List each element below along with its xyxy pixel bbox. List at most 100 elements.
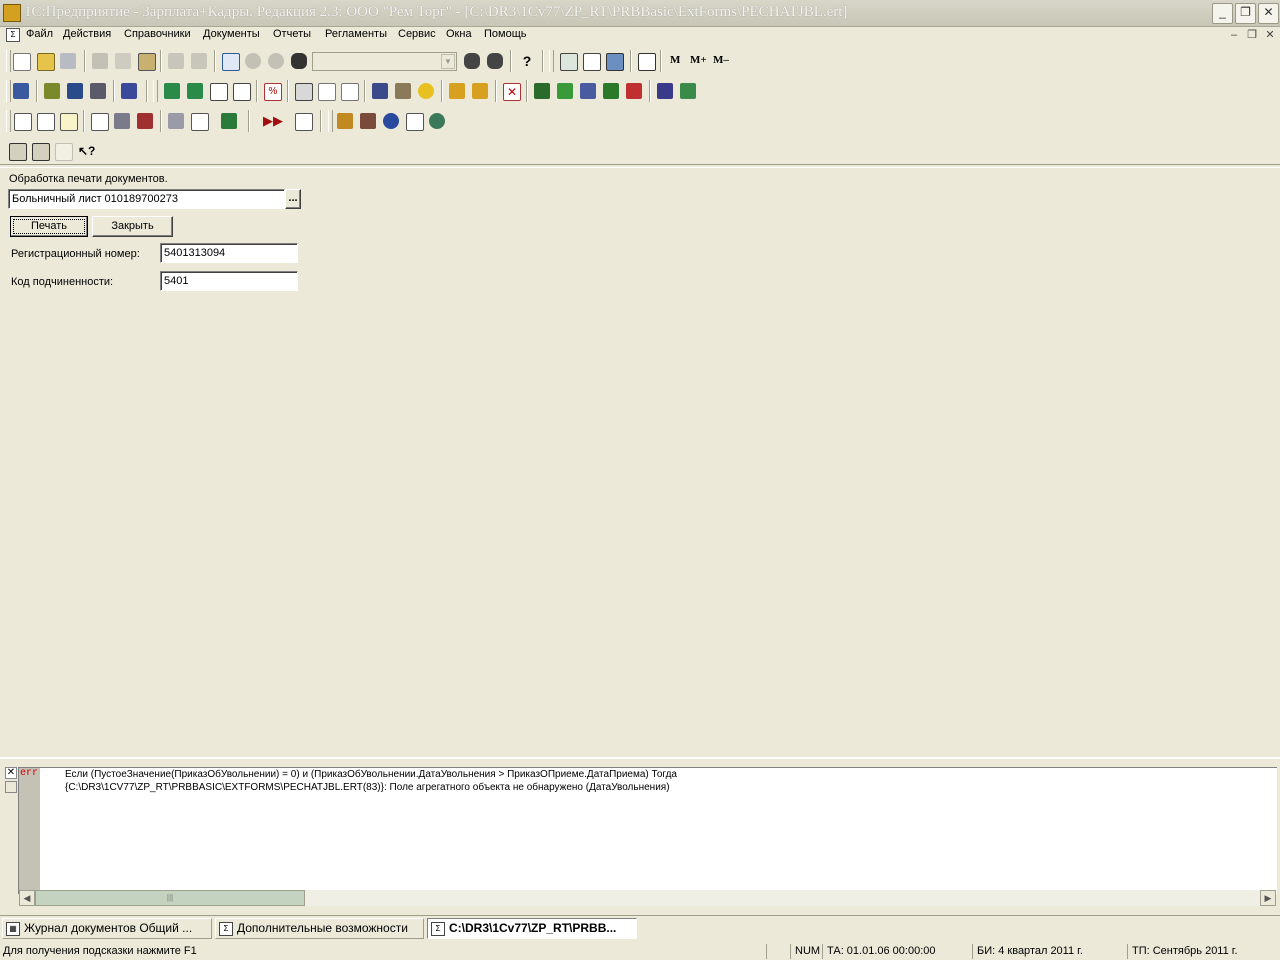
document-field[interactable]: Больничный лист 010189700273	[8, 189, 285, 209]
report-form-icon[interactable]	[14, 113, 32, 131]
organizations-icon[interactable]	[44, 83, 60, 99]
absence-icon[interactable]	[318, 83, 336, 101]
statement-icon[interactable]	[137, 113, 153, 129]
locate-icon[interactable]	[9, 143, 27, 161]
accrual-icon[interactable]	[449, 83, 465, 99]
report-chart-icon[interactable]	[60, 113, 78, 131]
toolbar-grip[interactable]	[6, 110, 11, 132]
memory-plus-button[interactable]: M+	[690, 54, 707, 66]
menu-regulations[interactable]: Регламенты	[325, 28, 387, 40]
locate-all-icon[interactable]	[32, 143, 50, 161]
message-pin-icon[interactable]	[5, 781, 17, 793]
print-preview-icon[interactable]	[191, 53, 207, 69]
close-button[interactable]: ✕	[1258, 3, 1279, 24]
open-folder-icon[interactable]	[37, 53, 55, 71]
vacation-icon[interactable]	[295, 83, 313, 101]
close-form-button[interactable]: Закрыть	[92, 216, 173, 237]
bar-chart-icon[interactable]	[91, 113, 109, 131]
book-icon[interactable]	[638, 53, 656, 71]
menu-windows[interactable]: Окна	[446, 28, 472, 40]
hammer-icon[interactable]	[360, 113, 376, 129]
calculation-icon[interactable]	[534, 83, 550, 99]
maximize-button[interactable]: ❐	[1235, 3, 1256, 24]
globe-icon[interactable]	[383, 113, 399, 129]
cancel-calc-icon[interactable]	[626, 83, 642, 99]
smiley-icon[interactable]	[418, 83, 434, 99]
hiring-icon[interactable]	[164, 83, 180, 99]
undo-icon[interactable]	[245, 53, 261, 69]
paste-icon[interactable]	[138, 53, 156, 71]
payslip-icon[interactable]	[168, 113, 184, 129]
mdi-close-button[interactable]: ✕	[1262, 28, 1278, 42]
find-replace-icon[interactable]	[487, 53, 503, 69]
report-list-icon[interactable]	[37, 113, 55, 131]
chevron-down-icon[interactable]: ▼	[441, 54, 455, 69]
message-close-icon[interactable]: ✕	[5, 767, 17, 779]
settings-form-icon[interactable]	[406, 113, 424, 131]
menu-help[interactable]: Помощь	[484, 28, 527, 40]
print-icon[interactable]	[168, 53, 184, 69]
scroll-left-icon[interactable]: ◀	[19, 890, 35, 906]
menu-reports[interactable]: Отчеты	[273, 28, 311, 40]
cut-icon[interactable]	[92, 53, 108, 69]
recalculation-icon[interactable]	[557, 83, 573, 99]
percent-icon[interactable]: %	[264, 83, 282, 101]
table-icon[interactable]	[210, 83, 228, 101]
help-icon[interactable]: ?	[519, 53, 535, 69]
toolbar-grip[interactable]	[328, 110, 333, 132]
employees-icon[interactable]	[13, 83, 29, 99]
tab-external-form[interactable]: Σ C:\DR3\1Cv77\ZP_RT\PRBB...	[427, 918, 637, 939]
departments-icon[interactable]	[90, 83, 106, 99]
pointer-help-icon[interactable]: ↖?	[78, 143, 95, 159]
properties-icon[interactable]	[222, 53, 240, 71]
menu-catalogs[interactable]: Справочники	[124, 28, 191, 40]
tab-additional-features[interactable]: Σ Дополнительные возможности	[215, 918, 424, 939]
memory-button[interactable]: M	[670, 54, 680, 66]
menu-file[interactable]: Файл	[26, 28, 53, 40]
tax-icon[interactable]	[603, 83, 619, 99]
subordination-field[interactable]: 5401	[160, 271, 298, 291]
tab-documents-journal[interactable]: ▦ Журнал документов Общий ...	[2, 918, 212, 939]
copy-icon[interactable]	[115, 53, 131, 69]
select-document-button[interactable]: ...	[285, 189, 301, 209]
transfer-icon[interactable]	[187, 83, 203, 99]
ecn-report-icon[interactable]	[191, 113, 209, 131]
register-icon[interactable]	[395, 83, 411, 99]
period-icon[interactable]	[295, 113, 313, 131]
search-combo[interactable]: ▼	[312, 52, 457, 71]
calculator-icon[interactable]	[560, 53, 578, 71]
menu-actions[interactable]: Действия	[63, 28, 111, 40]
document-window-icon[interactable]: Σ	[6, 28, 20, 42]
constants-icon[interactable]	[121, 83, 137, 99]
toolbar-grip[interactable]	[6, 50, 11, 72]
persons-icon[interactable]	[67, 83, 83, 99]
editor-icon[interactable]	[606, 53, 624, 71]
minimize-button[interactable]: _	[1212, 3, 1233, 24]
timesheet-icon[interactable]	[341, 83, 359, 101]
horizontal-scrollbar[interactable]: ◀ ||| ▶	[19, 890, 1276, 906]
color-wheel-icon[interactable]	[429, 113, 445, 129]
library-icon[interactable]	[221, 113, 237, 129]
save-icon[interactable]	[60, 53, 76, 69]
scroll-right-icon[interactable]: ▶	[1260, 890, 1276, 906]
mdi-restore-button[interactable]: ❐	[1244, 28, 1260, 42]
find-binoculars-icon[interactable]	[291, 53, 307, 69]
tools-icon[interactable]	[337, 113, 353, 129]
document-list-icon[interactable]	[233, 83, 251, 101]
payment-icon[interactable]	[580, 83, 596, 99]
print-button[interactable]: Печать	[10, 216, 88, 237]
redo-icon[interactable]	[268, 53, 284, 69]
app-icon[interactable]	[3, 4, 21, 22]
memory-minus-button[interactable]: M–	[713, 54, 729, 66]
delete-icon[interactable]: ✕	[503, 83, 521, 101]
journal-icon[interactable]	[372, 83, 388, 99]
scroll-thumb[interactable]: |||	[35, 890, 305, 906]
deduction-icon[interactable]	[472, 83, 488, 99]
fast-forward-icon[interactable]: ▶▶	[263, 113, 283, 129]
toolbar-grip[interactable]	[549, 50, 554, 72]
toolbar-grip[interactable]	[153, 80, 158, 102]
mdi-minimize-button[interactable]: –	[1226, 28, 1242, 42]
books-icon[interactable]	[680, 83, 696, 99]
toolbar-grip[interactable]	[6, 80, 11, 102]
reg-number-field[interactable]: 5401313094	[160, 243, 298, 263]
